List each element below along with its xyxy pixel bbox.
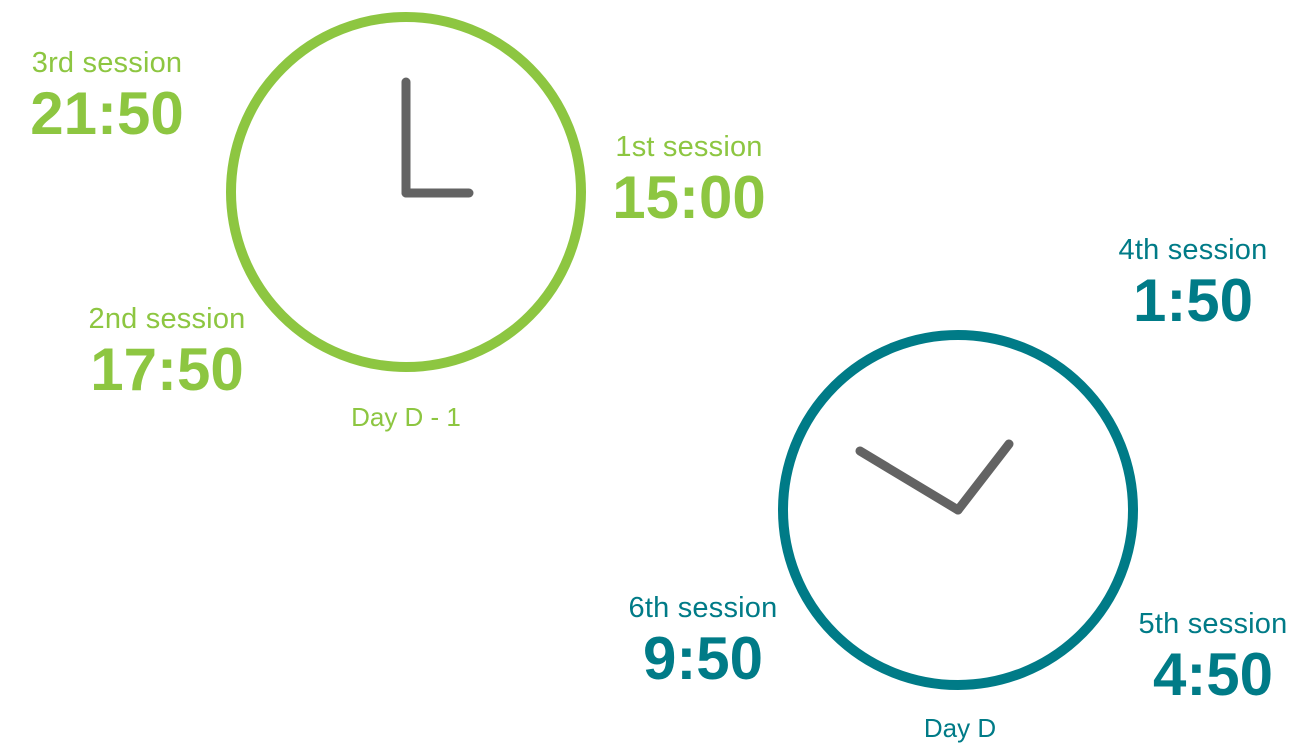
session-5: 5th session 4:50 — [1128, 607, 1298, 709]
current-day-clock-icon — [778, 330, 1138, 690]
current-day-label: Day D — [923, 713, 997, 743]
current-day-clock-minute-hand — [953, 439, 1014, 515]
previous-day-clock-icon — [226, 12, 586, 372]
session-label: 4th session — [1118, 234, 1268, 266]
session-label: 6th session — [628, 592, 778, 624]
session-time: 1:50 — [1132, 267, 1254, 334]
session-time: 4:50 — [1152, 641, 1274, 708]
session-time: 9:50 — [642, 625, 764, 692]
session-time: 15:00 — [612, 164, 766, 231]
session-label: 5th session — [1138, 608, 1288, 640]
session-1: 1st session 15:00 — [604, 130, 774, 232]
current-day-clock-hour-hand — [855, 446, 963, 515]
session-3: 3rd session 21:50 — [18, 46, 196, 148]
session-label: 1st session — [615, 131, 763, 163]
session-2: 2nd session 17:50 — [78, 302, 256, 404]
session-4: 4th session 1:50 — [1108, 233, 1278, 335]
session-label: 2nd session — [88, 303, 246, 335]
session-6: 6th session 9:50 — [618, 591, 788, 693]
session-label: 3rd session — [31, 47, 183, 79]
previous-day-label: Day D - 1 — [351, 402, 461, 432]
session-time: 21:50 — [30, 80, 184, 147]
session-time: 17:50 — [90, 336, 244, 403]
